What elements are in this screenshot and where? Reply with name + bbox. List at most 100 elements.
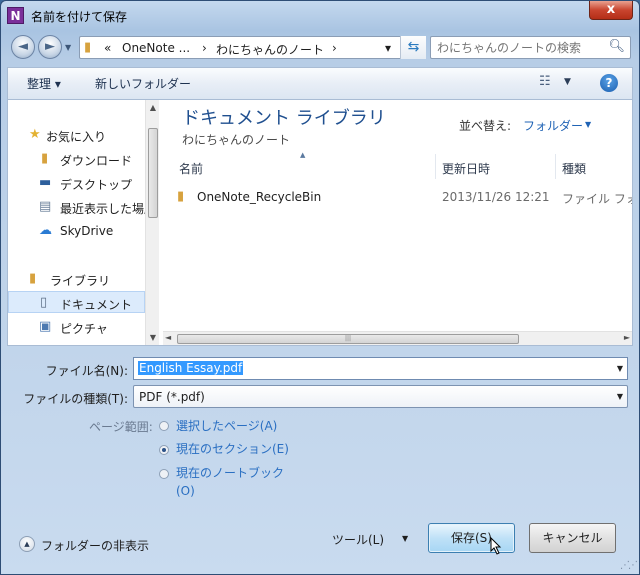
breadcrumb-overflow[interactable]: « [104,41,111,55]
address-dropdown-icon[interactable]: ▾ [385,41,391,55]
chevron-down-icon[interactable]: ▼ [617,392,623,401]
nav-item-skydrive[interactable]: ☁ SkyDrive [8,220,145,242]
nav-item-pictures[interactable]: ▣ ピクチャ [8,316,145,338]
new-folder-button[interactable]: 新しいフォルダー [95,75,191,92]
history-dropdown-icon[interactable]: ▼ [65,43,71,52]
search-icon[interactable]: 🔍︎ [608,39,625,54]
column-header-label: 種類 [562,162,587,176]
column-header-date[interactable]: 更新日時 [436,154,556,179]
filetype-label: ファイルの種類(T): [23,392,128,406]
back-button[interactable]: ◄ [11,35,35,59]
filetype-select[interactable]: PDF (*.pdf) ▼ [133,385,628,408]
file-date: 2013/11/26 12:21 [442,190,550,204]
page-range-label: ページ範囲: [89,420,153,434]
scroll-thumb[interactable] [148,128,158,218]
view-dropdown-icon[interactable]: ▼ [564,77,571,87]
help-icon[interactable]: ? [600,74,618,92]
sort-label: 並べ替え: [459,119,512,133]
column-header-label: 名前 [179,162,204,176]
resize-grip-icon[interactable]: ⋰⋰ [620,560,638,571]
nav-item-label: ピクチャ [60,322,108,336]
file-list-pane: ドキュメント ライブラリ わにちゃんのノート 並べ替え: フォルダー ▼ ▲ 名… [163,100,632,345]
radio-current-notebook[interactable] [159,469,169,479]
close-button[interactable]: x [589,1,633,20]
radio-current-section-label[interactable]: 現在のセクション(E) [176,440,289,458]
scroll-down-icon[interactable]: ▼ [146,333,160,342]
nav-item-label: ダウンロード [60,154,133,168]
document-icon: ▯ [40,295,48,310]
tools-menu[interactable]: ツール(L) [332,531,384,548]
nav-item-downloads[interactable]: ▮ ダウンロード [8,148,145,170]
radio-current-section[interactable] [159,445,169,455]
filename-label: ファイル名(N): [45,364,128,378]
address-bar[interactable]: ▮ « OneNote ... › わにちゃんのノート › ▾ [79,36,426,59]
scroll-right-icon[interactable]: ► [624,333,630,342]
nav-item-label: SkyDrive [60,224,114,238]
download-folder-icon: ▮ [41,151,49,166]
cancel-button[interactable]: キャンセル [529,523,616,553]
breadcrumb-onenote[interactable]: OneNote ... [122,41,190,55]
collapse-icon: ▲ [19,536,35,552]
library-title: ドキュメント ライブラリ [182,108,386,129]
filetype-value: PDF (*.pdf) [139,390,205,404]
nav-item-documents[interactable]: ▯ ドキュメント [8,291,145,313]
nav-item-label: ライブラリ [50,274,111,288]
chevron-down-icon[interactable]: ▼ [617,364,623,373]
view-options-icon[interactable]: ☷ [539,74,551,89]
organize-menu[interactable]: 整理 ▾ [27,75,61,92]
breadcrumb-separator[interactable]: › [332,41,337,55]
nav-item-recent-places[interactable]: ▤ 最近表示した場所 [8,196,156,218]
scroll-up-icon[interactable]: ▲ [146,103,160,112]
file-type: ファイル フォルダー [562,192,632,206]
folder-icon: ▮ [84,40,92,55]
sort-dropdown-icon[interactable]: ▼ [585,120,591,129]
refresh-button[interactable]: ⇆ [400,36,426,59]
mouse-cursor-icon [490,537,502,555]
nav-item-label: ドキュメント [60,298,133,312]
search-box: 🔍︎ [430,36,631,59]
breadcrumb-notebook[interactable]: わにちゃんのノート [216,41,324,58]
picture-icon: ▣ [39,319,52,334]
close-icon: x [606,2,616,17]
recent-places-icon: ▤ [39,199,52,214]
library-subtitle: わにちゃんのノート [182,133,291,147]
file-row[interactable]: ▮ OneNote_RecycleBin 2013/11/26 12:21 ファ… [173,186,632,208]
breadcrumb-separator[interactable]: › [202,41,207,55]
search-input[interactable] [435,39,605,56]
nav-scrollbar[interactable]: ▲ ▼ [145,100,159,345]
nav-item-libraries[interactable]: ▮ ライブラリ [8,268,145,290]
chevron-down-icon[interactable]: ▼ [402,534,408,543]
window-title: 名前を付けて保存 [31,10,128,24]
sort-by-dropdown[interactable]: フォルダー [523,117,583,134]
filename-input[interactable]: English Essay.pdf ▼ [133,357,628,380]
save-as-dialog: N 名前を付けて保存 x ◄ ► ▼ ▮ « OneNote ... › わにち… [0,0,640,575]
browser-area: ★ お気に入り ▮ ダウンロード ▬ デスクトップ ▤ 最近表示した場所 ☁ S… [7,99,633,346]
nav-item-desktop[interactable]: ▬ デスクトップ [8,172,145,194]
horizontal-scrollbar[interactable]: ◄ ||| ► [163,331,632,345]
forward-button[interactable]: ► [38,35,62,59]
scroll-thumb[interactable]: ||| [177,334,519,344]
library-icon: ▮ [29,271,37,286]
refresh-icon: ⇆ [407,39,420,55]
back-arrow-icon: ◄ [18,39,28,54]
navigation-pane: ★ お気に入り ▮ ダウンロード ▬ デスクトップ ▤ 最近表示した場所 ☁ S… [8,100,159,345]
star-icon: ★ [29,127,41,142]
column-header-name[interactable]: 名前 [173,154,436,179]
title-bar[interactable]: N 名前を付けて保存 x [1,1,639,31]
column-header-label: 更新日時 [442,162,491,176]
column-header-type[interactable]: 種類 [556,154,632,179]
scroll-left-icon[interactable]: ◄ [165,333,171,342]
radio-selected-pages-label[interactable]: 選択したページ(A) [176,417,277,435]
onenote-app-icon: N [7,7,24,24]
file-name: OneNote_RecycleBin [197,190,322,204]
filename-value[interactable]: English Essay.pdf [138,361,244,375]
desktop-icon: ▬ [39,175,52,190]
forward-arrow-icon: ► [45,39,55,54]
nav-item-label: お気に入り [46,130,107,144]
radio-current-notebook-label[interactable]: 現在のノートブック (O) [176,464,306,500]
radio-selected-pages[interactable] [159,421,169,431]
nav-item-favorites[interactable]: ★ お気に入り [8,124,145,146]
nav-item-label: デスクトップ [60,178,133,192]
command-bar: 整理 ▾ 新しいフォルダー ☷ ▼ ? [7,67,633,99]
cloud-icon: ☁ [39,223,52,238]
